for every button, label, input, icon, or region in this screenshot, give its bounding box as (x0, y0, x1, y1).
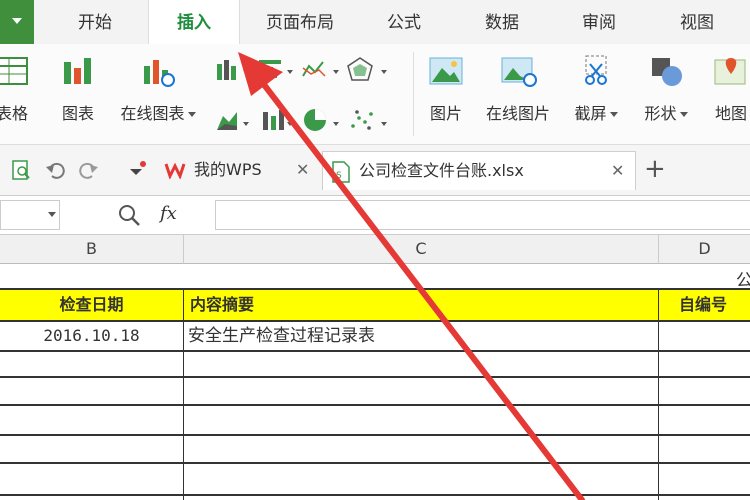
map-button[interactable]: 地图 (704, 54, 750, 124)
undo-icon[interactable] (44, 159, 66, 181)
shapes-button[interactable]: 形状 (636, 54, 696, 124)
print-preview-icon[interactable] (10, 159, 32, 181)
chevron-down-icon (12, 18, 22, 24)
picture-icon (429, 57, 463, 85)
scissors-icon (585, 55, 607, 85)
screenshot-button[interactable]: 截屏 (566, 54, 626, 124)
customize-toolbar-icon[interactable] (126, 159, 148, 181)
tab-page-layout[interactable]: 页面布局 (252, 0, 348, 44)
formula-bar: fx (0, 196, 750, 235)
redo-icon[interactable] (78, 159, 100, 181)
table-cell[interactable] (659, 436, 750, 462)
column-chart-icon[interactable] (217, 60, 236, 80)
document-tab-bar: 我的WPS ✕ S 公司检查文件台账.xlsx ✕ + (0, 145, 750, 196)
svg-text:S: S (336, 171, 342, 181)
table-cell[interactable]: 安全生产检查过程记录表 (184, 322, 659, 350)
wps-logo-icon (164, 162, 186, 179)
bar-chart-h-icon[interactable] (259, 60, 281, 78)
column-header-b[interactable]: B (0, 235, 184, 264)
header-cell-self-number[interactable]: 自编号 (659, 290, 750, 320)
chevron-down-icon[interactable] (679, 112, 688, 117)
table-cell[interactable] (0, 436, 184, 462)
app-menu-button[interactable] (0, 0, 34, 44)
header-cell-content-summary[interactable]: 内容摘要 (184, 290, 659, 320)
doc-tab-my-wps[interactable]: 我的WPS ✕ (160, 151, 318, 189)
table-cell[interactable] (0, 352, 184, 376)
table-button[interactable]: 表格 (0, 54, 32, 124)
area-chart-icon[interactable] (217, 112, 237, 130)
ribbon-insert-panel: 表格 图表 在线图表 图片 在线图片 截屏 形状 地图 (0, 44, 750, 145)
chart-button[interactable]: 图表 (56, 54, 100, 124)
close-icon[interactable]: ✕ (296, 151, 309, 189)
header-cell-inspection-date[interactable]: 检查日期 (0, 290, 184, 320)
table-cell[interactable] (184, 352, 659, 376)
table-row (0, 436, 750, 462)
online-picture-button[interactable]: 在线图片 (478, 54, 558, 124)
scatter-chart-icon[interactable] (351, 110, 373, 130)
doc-tab-spreadsheet[interactable]: S 公司检查文件台账.xlsx ✕ (322, 151, 636, 190)
tab-formulas[interactable]: 公式 (372, 0, 436, 44)
spreadsheet-file-icon: S (332, 161, 350, 183)
table-header-row: 检查日期 内容摘要 自编号 (0, 290, 750, 320)
table-cell[interactable] (0, 378, 184, 404)
tab-home[interactable]: 开始 (58, 0, 132, 44)
picture-button[interactable]: 图片 (424, 54, 468, 124)
chevron-down-icon[interactable] (48, 212, 56, 217)
map-icon (714, 58, 746, 85)
close-icon[interactable]: ✕ (611, 152, 624, 190)
zoom-search-icon[interactable] (118, 204, 142, 226)
ribbon-separator (413, 52, 414, 136)
table-cell[interactable] (0, 406, 184, 434)
pie-chart-icon[interactable] (304, 109, 326, 131)
bar-chart-icon (64, 58, 91, 84)
table-row (0, 352, 750, 376)
chart-type-gallery (217, 57, 387, 131)
table-row (0, 406, 750, 434)
tab-view[interactable]: 视图 (665, 0, 729, 44)
formula-input[interactable] (215, 200, 750, 230)
radar-chart-icon[interactable] (347, 57, 373, 81)
title-row: 公 (0, 264, 750, 291)
tab-insert[interactable]: 插入 (148, 0, 240, 46)
table-row: 2016.10.18 安全生产检查过程记录表 (0, 322, 750, 350)
new-tab-plus-icon[interactable]: + (644, 155, 666, 183)
online-picture-icon (501, 57, 537, 87)
chevron-down-icon[interactable] (609, 112, 618, 117)
table-cell[interactable] (659, 322, 750, 350)
stock-chart-icon[interactable] (263, 110, 284, 130)
table-cell[interactable] (659, 406, 750, 434)
chevron-down-icon[interactable] (187, 112, 196, 117)
tab-review[interactable]: 审阅 (567, 0, 631, 44)
table-row (0, 378, 750, 404)
table-cell[interactable] (184, 378, 659, 404)
line-chart-icon[interactable] (302, 61, 326, 77)
column-header-d[interactable]: D (659, 235, 750, 264)
name-box[interactable] (0, 200, 60, 230)
table-cell[interactable]: 2016.10.18 (0, 322, 184, 350)
ribbon-tab-row: 开始 插入 页面布局 公式 数据 审阅 视图 (0, 0, 750, 46)
online-chart-icon (144, 60, 175, 87)
table-cell[interactable] (659, 378, 750, 404)
table-icon (0, 57, 28, 85)
table-cell[interactable] (184, 406, 659, 434)
online-chart-button[interactable]: 在线图表 (110, 54, 206, 124)
table-cell[interactable] (659, 352, 750, 376)
shapes-icon (652, 58, 682, 86)
insert-function-button[interactable]: fx (160, 203, 177, 224)
table-cell[interactable] (184, 436, 659, 462)
tab-data[interactable]: 数据 (470, 0, 534, 44)
grid-line (0, 494, 750, 496)
column-header-c[interactable]: C (184, 235, 659, 264)
